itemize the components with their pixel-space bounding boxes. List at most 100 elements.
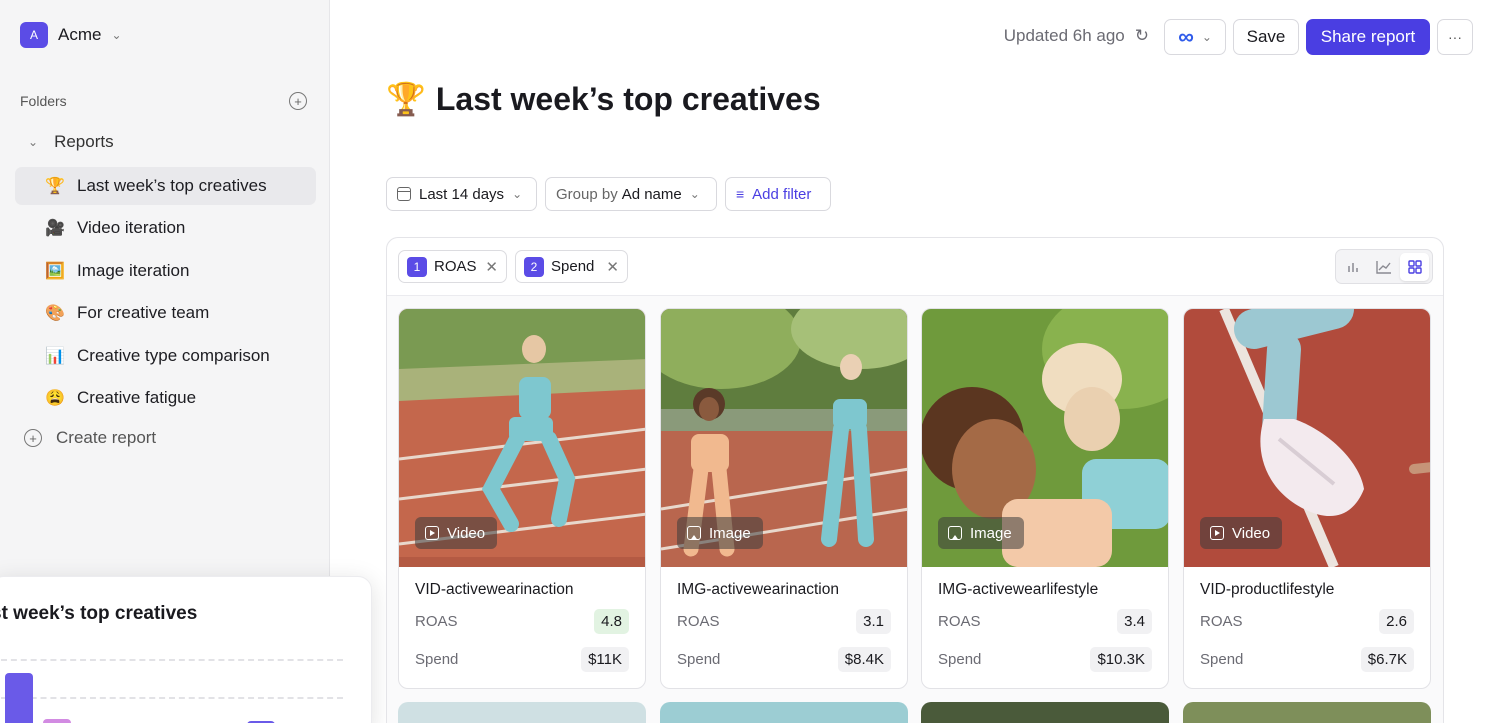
creative-type-label: Image (709, 524, 751, 542)
metric-label: Spend (551, 258, 595, 275)
spend-value: $10.3K (1090, 647, 1152, 672)
creative-card[interactable]: Image IMG-activewearinaction ROAS 3.1 Sp… (660, 308, 908, 689)
updated-text: Updated 6h ago (1003, 26, 1125, 45)
roas-row: ROAS 2.6 (1200, 609, 1414, 634)
workspace-switcher[interactable]: A Acme ⌄ (20, 22, 122, 48)
metric-chip-spend[interactable]: 2 Spend ✕ (515, 250, 628, 283)
spend-value: $8.4K (837, 647, 891, 672)
spend-label: Spend (677, 651, 721, 668)
gridline (1, 697, 343, 699)
metric-label: ROAS (434, 258, 477, 275)
creative-card[interactable]: Image IMG-activewearlifestyle ROAS 3.4 S… (921, 308, 1169, 689)
sidebar-item-type-comparison[interactable]: 📊 Creative type comparison (15, 337, 316, 375)
spend-label: Spend (938, 651, 982, 668)
creative-thumbnail: Video (1184, 309, 1430, 567)
bar-chart-icon: 📊 (45, 347, 65, 365)
close-icon[interactable]: ✕ (485, 258, 498, 276)
spend-row: Spend $6.7K (1200, 647, 1414, 672)
share-report-button[interactable]: Share report (1306, 19, 1430, 55)
group-by-label: Group by (556, 185, 618, 203)
add-filter-button[interactable]: ≡ Add filter (725, 177, 831, 211)
spend-label: Spend (1200, 651, 1244, 668)
create-report-button[interactable]: + Create report (24, 428, 156, 448)
sidebar-item-image-iteration[interactable]: 🖼️ Image iteration (15, 252, 316, 290)
spend-label: Spend (415, 651, 459, 668)
metric-chip-roas[interactable]: 1 ROAS ✕ (398, 250, 507, 283)
add-folder-icon[interactable]: + (289, 92, 307, 110)
panel-header: 1 ROAS ✕ 2 Spend ✕ (387, 238, 1443, 296)
add-filter-label: Add filter (752, 185, 812, 203)
creative-card-partial[interactable] (1183, 702, 1431, 723)
preview-title: st week’s top creatives (0, 603, 198, 624)
creative-thumbnail: Image (922, 309, 1168, 567)
roas-label: ROAS (938, 613, 981, 630)
save-button[interactable]: Save (1233, 19, 1299, 55)
chevron-down-icon: ⌄ (689, 187, 700, 201)
creative-card-partial[interactable] (660, 702, 908, 723)
roas-label: ROAS (415, 613, 458, 630)
sidebar-item-creative-fatigue[interactable]: 😩 Creative fatigue (15, 379, 316, 417)
sidebar-item-video-iteration[interactable]: 🎥 Video iteration (15, 209, 316, 247)
close-icon[interactable]: ✕ (606, 258, 619, 276)
roas-value: 2.6 (1379, 609, 1414, 634)
sidebar-item-label: Video iteration (77, 218, 186, 238)
image-icon (948, 526, 962, 540)
creative-type-badge: Image (938, 517, 1024, 549)
spend-value: $6.7K (1360, 647, 1414, 672)
roas-label: ROAS (1200, 613, 1243, 630)
more-options-button[interactable]: ··· (1437, 19, 1473, 55)
group-by-value: Ad name (621, 185, 682, 203)
video-icon (1210, 526, 1224, 540)
sidebar-item-label: Creative type comparison (77, 345, 270, 365)
refresh-icon[interactable]: ↻ (1135, 26, 1149, 46)
creative-card[interactable]: Video VID-activewearinaction ROAS 4.8 Sp… (398, 308, 646, 689)
creative-name: IMG-activewearlifestyle (938, 581, 1099, 598)
creative-type-label: Video (447, 524, 486, 542)
roas-value: 4.8 (594, 609, 629, 634)
bar-chart-view-icon[interactable] (1339, 253, 1368, 281)
roas-label: ROAS (677, 613, 720, 630)
metric-number-badge: 2 (524, 256, 544, 277)
view-toggle (1335, 249, 1433, 284)
roas-value: 3.1 (856, 609, 891, 634)
creative-type-badge: Video (1200, 517, 1283, 549)
creative-card-partial[interactable] (398, 702, 646, 723)
grid-view-icon[interactable] (1400, 252, 1430, 281)
creative-card-partial[interactable] (921, 702, 1169, 723)
reports-folder[interactable]: ⌄ Reports (28, 132, 114, 152)
roas-row: ROAS 4.8 (415, 609, 629, 634)
spend-row: Spend $8.4K (677, 647, 891, 672)
roas-row: ROAS 3.4 (938, 609, 1152, 634)
picture-icon: 🖼️ (45, 262, 65, 280)
sidebar-item-top-creatives[interactable]: 🏆 Last week’s top creatives (15, 167, 316, 205)
trophy-icon: 🏆 (386, 81, 426, 117)
sidebar-item-creative-team[interactable]: 🎨 For creative team (15, 294, 316, 332)
top-bar: Updated 6h ago ↻ ∞ ⌄ Save Share report ·… (330, 0, 1497, 72)
creative-type-badge: Video (415, 517, 498, 549)
chevron-down-icon: ⌄ (28, 135, 39, 149)
chevron-down-icon: ⌄ (111, 28, 122, 42)
sidebar-item-label: For creative team (77, 303, 210, 323)
floating-report-preview: st week’s top creatives (0, 576, 372, 723)
folders-header: Folders + (20, 92, 307, 110)
creative-type-label: Video (1232, 524, 1271, 542)
sidebar-item-label: Image iteration (77, 260, 190, 280)
ad-platform-selector[interactable]: ∞ ⌄ (1164, 19, 1226, 55)
filter-icon: ≡ (736, 186, 745, 202)
creative-type-label: Image (970, 524, 1012, 542)
updated-status: Updated 6h ago ↻ (1004, 26, 1149, 46)
page-title: 🏆 Last week’s top creatives (386, 80, 821, 118)
report-list: 🏆 Last week’s top creatives 🎥 Video iter… (15, 167, 316, 421)
creative-card[interactable]: Video VID-productlifestyle ROAS 2.6 Spen… (1183, 308, 1431, 689)
sidebar-item-label: Last week’s top creatives (77, 176, 267, 195)
workspace-avatar: A (20, 22, 48, 48)
reports-folder-label: Reports (54, 132, 114, 151)
creative-thumbnail: Image (661, 309, 907, 567)
creative-name: IMG-activewearinaction (677, 581, 839, 598)
date-range-filter[interactable]: Last 14 days ⌄ (386, 177, 537, 211)
video-camera-icon: 🎥 (45, 220, 65, 238)
line-chart-view-icon[interactable] (1370, 253, 1399, 281)
meta-logo-icon: ∞ (1178, 24, 1194, 49)
spend-value: $11K (581, 647, 629, 672)
group-by-filter[interactable]: Group by Ad name ⌄ (545, 177, 717, 211)
